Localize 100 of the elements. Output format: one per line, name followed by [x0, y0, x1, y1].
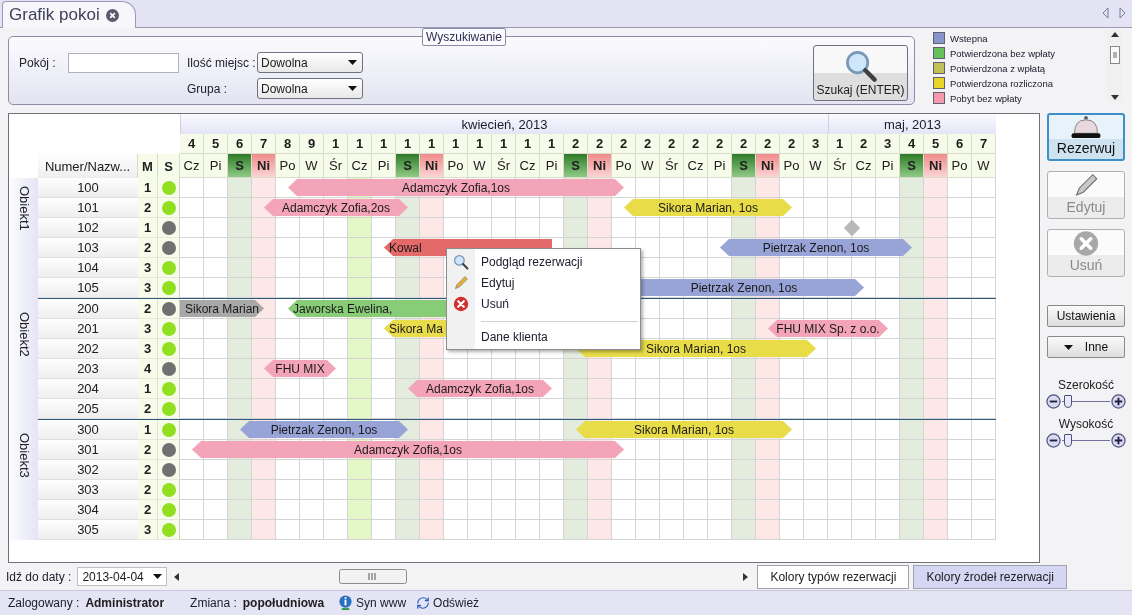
- menu-item[interactable]: Edytuj: [481, 275, 515, 290]
- day-number: 2: [684, 134, 708, 154]
- room-number: 100: [38, 178, 138, 198]
- reservation-bar[interactable]: Adamczyk Zofia,1os: [288, 179, 624, 196]
- settings-button[interactable]: Ustawienia: [1047, 305, 1125, 327]
- weekday-header: Pi: [540, 154, 564, 178]
- capacity: 2: [138, 299, 158, 319]
- capacity: 4: [138, 359, 158, 379]
- search-button[interactable]: Szukaj (ENTER): [813, 45, 908, 101]
- weekday-header: Ni: [588, 154, 612, 178]
- reservation-bar[interactable]: Pietrzak Zenon, 1os: [240, 421, 408, 438]
- info-globe-icon[interactable]: [338, 595, 354, 611]
- month-header: kwiecień, 2013: [180, 114, 828, 134]
- plus-icon[interactable]: [1111, 433, 1126, 448]
- reservation-bar[interactable]: FHU MIX: [264, 360, 336, 377]
- capacity: 2: [138, 460, 158, 480]
- day-number: 1: [492, 134, 516, 154]
- slider-thumb[interactable]: [1063, 394, 1072, 408]
- menu-item[interactable]: Podgląd rezerwacji: [481, 254, 583, 269]
- scroll-right-icon[interactable]: [743, 572, 749, 581]
- scroll-up-icon[interactable]: [1111, 32, 1119, 37]
- room-number: 305: [38, 520, 138, 540]
- plus-icon[interactable]: [1111, 394, 1126, 409]
- room-number: 205: [38, 399, 138, 419]
- day-number: 7: [252, 134, 276, 154]
- group-select[interactable]: Dowolna: [257, 78, 363, 99]
- field-label: Grupa :: [187, 81, 229, 96]
- room-field[interactable]: [67, 53, 179, 73]
- scrollbar[interactable]: [1107, 30, 1123, 102]
- reservation-bar[interactable]: Pietrzak Zenon, 1os: [720, 239, 912, 256]
- reservation-bar[interactable]: Sikora Marian, 1os: [624, 199, 792, 216]
- day-number: 1: [396, 134, 420, 154]
- weekday-header: Cz: [180, 154, 204, 178]
- day-number: 2: [780, 134, 804, 154]
- day-number: 5: [924, 134, 948, 154]
- legend-label: Wstepna: [950, 32, 988, 44]
- tab[interactable]: Grafik pokoi: [2, 1, 136, 28]
- status-link[interactable]: Syn www: [356, 596, 407, 610]
- weekday-header: Cz: [516, 154, 540, 178]
- weekday-header: Pi: [708, 154, 732, 178]
- reservation-bar[interactable]: Adamczyk Zofia,1os: [408, 380, 552, 397]
- day-number: 6: [948, 134, 972, 154]
- tab[interactable]: Kolory źrodeł rezerwacji: [913, 564, 1067, 589]
- reservation-bar[interactable]: Sikora Marian: [180, 300, 264, 317]
- reservation-bar[interactable]: FHU MIX Sp. z o.o.: [768, 320, 888, 337]
- field-label: Idź do daty :: [6, 569, 72, 584]
- x-circle-icon: [453, 295, 469, 312]
- day-number: 2: [852, 134, 876, 154]
- scroll-thumb[interactable]: [1110, 46, 1120, 64]
- weekday-header: Po: [444, 154, 468, 178]
- user-name: Administrator: [85, 596, 165, 610]
- capacity: 3: [138, 258, 158, 278]
- weekday-header: S: [900, 154, 924, 178]
- pencil-icon: [453, 274, 469, 291]
- column-header: S: [158, 154, 180, 178]
- weekday-header: W: [972, 154, 996, 178]
- slider-thumb[interactable]: [1063, 433, 1072, 447]
- legend-label: Pobyt bez wpłaty: [950, 92, 1022, 104]
- minus-icon[interactable]: [1046, 433, 1061, 448]
- weekday-header: Ni: [420, 154, 444, 178]
- weekday-header: W: [300, 154, 324, 178]
- status-link[interactable]: Odśwież: [433, 596, 480, 610]
- scroll-left-icon[interactable]: [174, 572, 180, 581]
- column-header: M: [138, 154, 158, 178]
- reservation-bar[interactable]: Sikora Marian, 1os: [576, 421, 792, 438]
- action-button[interactable]: Rezerwuj: [1047, 113, 1125, 161]
- room-number: 102: [38, 218, 138, 238]
- capacity: 2: [138, 440, 158, 460]
- refresh-icon[interactable]: [416, 596, 431, 610]
- legend-label: Potwierdzona rozliczona: [950, 77, 1053, 89]
- minus-icon[interactable]: [1046, 394, 1061, 409]
- group-label: Obiekt1: [10, 178, 38, 298]
- tab[interactable]: Kolory typów rezerwacji: [757, 564, 910, 589]
- reservation-bar[interactable]: Adamczyk Zofia,1os: [192, 441, 624, 458]
- weekday-header: Cz: [348, 154, 372, 178]
- day-number: 8: [276, 134, 300, 154]
- room-number: 201: [38, 319, 138, 339]
- room-number: 101: [38, 198, 138, 218]
- more-button[interactable]: Inne: [1047, 336, 1125, 358]
- tab-scroll-arrows-icon[interactable]: [1102, 8, 1126, 18]
- x-circle-icon: [1072, 230, 1100, 257]
- dropdown-caret-icon: [1063, 344, 1073, 350]
- legend-label: Potwierdzona z wpłatą: [950, 62, 1046, 74]
- reservation-bar[interactable]: Adamczyk Zofia,2os: [264, 199, 408, 216]
- seats-select[interactable]: Dowolna: [257, 52, 363, 73]
- close-icon[interactable]: [105, 8, 119, 22]
- weekday-header: Po: [612, 154, 636, 178]
- capacity: 2: [138, 198, 158, 218]
- scroll-thumb[interactable]: [339, 569, 408, 584]
- shift-name: popołudniowa: [242, 596, 325, 610]
- dropdown-caret-icon: [153, 574, 163, 579]
- day-number: 4: [900, 134, 924, 154]
- scroll-down-icon[interactable]: [1111, 95, 1119, 100]
- day-number: 3: [876, 134, 900, 154]
- date-select[interactable]: 2013-04-04: [77, 567, 168, 586]
- room-number: 202: [38, 339, 138, 359]
- column-header: Numer/Nazw...: [38, 154, 138, 178]
- status-label: Zmiana :: [190, 596, 237, 610]
- weekday-header: S: [396, 154, 420, 178]
- day-number: 6: [228, 134, 252, 154]
